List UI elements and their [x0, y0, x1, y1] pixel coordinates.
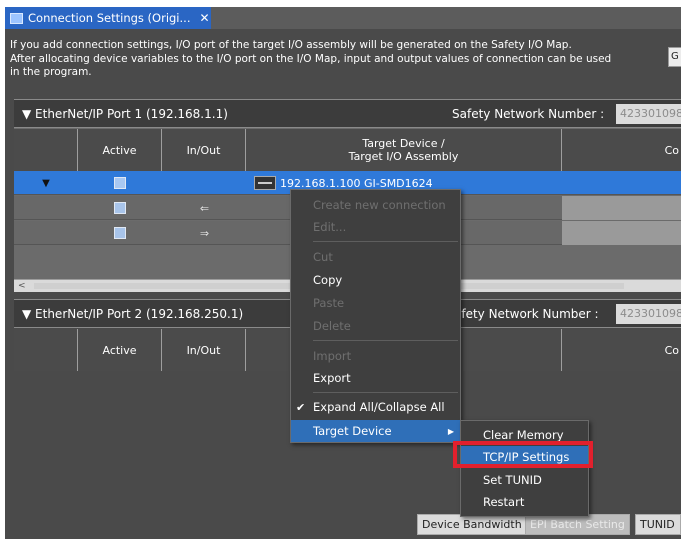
menu-item-export[interactable]: Export [291, 367, 460, 389]
menu-item-cut[interactable]: Cut [291, 246, 460, 268]
info-line-3: in the program. [10, 66, 92, 78]
menu-separator [313, 241, 458, 242]
checkmark-icon: ✔ [296, 400, 306, 414]
port1-header[interactable]: ▼ EtherNet/IP Port 1 (192.168.1.1) Safet… [14, 99, 681, 128]
active-checkbox[interactable] [114, 202, 126, 214]
menu-item-label: Target Device [313, 424, 392, 438]
submenu-arrow-icon: ▶ [447, 426, 454, 436]
info-text: If you add connection settings, I/O port… [10, 39, 650, 80]
close-icon[interactable]: ✕ [199, 11, 209, 25]
input-icon: ⇐ [199, 201, 209, 215]
col-inout[interactable]: In/Out [162, 329, 246, 371]
col-target-line2: Target I/O Assembly [348, 150, 459, 163]
safety-network-number-label: Safety Network Number : [452, 107, 605, 121]
co-cell [562, 221, 681, 245]
epi-batch-setting-button[interactable]: EPI Batch Setting [525, 514, 630, 535]
app-window: Connection Settings (Origi... ✕ If you a… [0, 0, 681, 545]
port2-title[interactable]: ▼ EtherNet/IP Port 2 (192.168.250.1) [22, 307, 243, 321]
safety-network-number-field[interactable]: 423301098 [616, 304, 681, 324]
menu-separator [313, 392, 458, 393]
highlight-box [453, 441, 593, 468]
menu-item-expand-collapse-all[interactable]: ✔ Expand All/Collapse All [291, 396, 460, 418]
output-icon: ⇒ [199, 226, 209, 240]
col-co[interactable]: Co [562, 129, 681, 171]
menu-item-import[interactable]: Import [291, 345, 460, 367]
submenu-item-set-tunid[interactable]: Set TUNID [461, 469, 588, 491]
port1-column-header: Active In/Out Target Device / Target I/O… [14, 129, 681, 171]
menu-item-copy[interactable]: Copy [291, 269, 460, 291]
col-target-line1: Target Device / [362, 137, 445, 150]
safety-network-number-field[interactable]: 423301098 [616, 104, 681, 124]
col-active[interactable]: Active [78, 129, 162, 171]
menu-separator [313, 340, 458, 341]
menu-item-delete[interactable]: Delete [291, 315, 460, 337]
info-line-1: If you add connection settings, I/O port… [10, 39, 572, 51]
info-line-2: After allocating device variables to the… [10, 52, 612, 65]
device-icon [254, 176, 276, 190]
menu-item-edit[interactable]: Edit... [291, 216, 460, 238]
context-menu: Create new connection Edit... Cut Copy P… [290, 189, 461, 443]
col-expand [14, 329, 78, 371]
tab-title: Connection Settings (Origi... [28, 11, 191, 25]
col-target[interactable]: Target Device / Target I/O Assembly [246, 129, 562, 171]
expand-icon[interactable]: ▼ [42, 178, 50, 189]
menu-item-paste[interactable]: Paste [291, 292, 460, 314]
co-cell [562, 196, 681, 220]
safety-network-number-label: afety Network Number : [454, 307, 599, 321]
top-right-button[interactable]: G [668, 47, 681, 67]
port1-title[interactable]: ▼ EtherNet/IP Port 1 (192.168.1.1) [22, 107, 228, 121]
menu-item-target-device[interactable]: Target Device ▶ [291, 420, 460, 442]
connection-icon [10, 12, 23, 24]
col-inout[interactable]: In/Out [162, 129, 246, 171]
menu-item-label: Expand All/Collapse All [313, 400, 445, 414]
scroll-left-icon[interactable]: < [18, 281, 26, 291]
menu-item-create-new-connection[interactable]: Create new connection [291, 194, 460, 216]
tab-connection-settings[interactable]: Connection Settings (Origi... ✕ [5, 7, 211, 29]
submenu-item-restart[interactable]: Restart [461, 491, 588, 513]
col-active[interactable]: Active [78, 329, 162, 371]
active-checkbox[interactable] [114, 227, 126, 239]
target-device-submenu: Clear Memory TCP/IP Settings Set TUNID R… [460, 420, 589, 517]
device-bandwidth-button[interactable]: Device Bandwidth [417, 514, 527, 535]
col-expand [14, 129, 78, 171]
tunid-button[interactable]: TUNID [635, 514, 681, 535]
device-name: 192.168.1.100 GI-SMD1624 [280, 176, 433, 190]
col-co[interactable]: Co [562, 329, 681, 371]
active-checkbox[interactable] [114, 177, 126, 189]
